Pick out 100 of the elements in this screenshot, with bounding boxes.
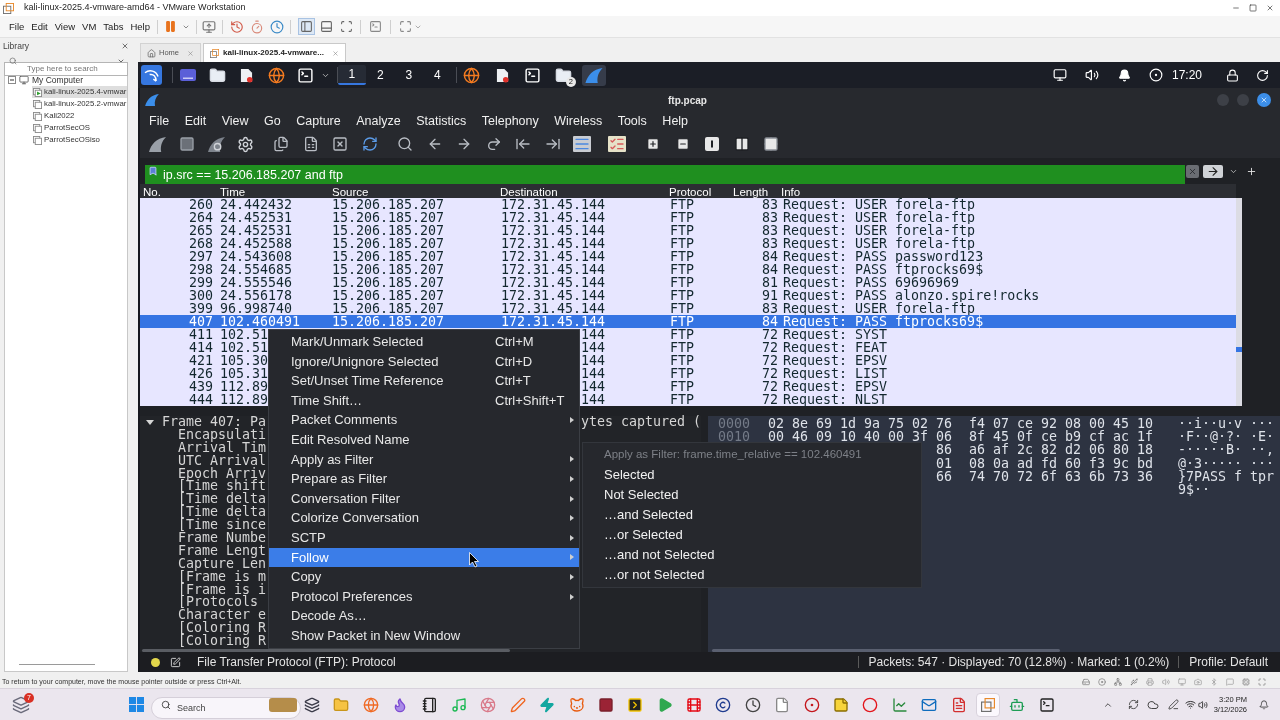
workspace-button[interactable]: 2: [366, 65, 395, 85]
maximize-icon[interactable]: [1249, 4, 1257, 12]
square-icon[interactable]: [597, 696, 614, 713]
menu-item[interactable]: File: [5, 20, 28, 33]
window-icon[interactable]: [179, 69, 196, 81]
bottom-panel-icon[interactable]: [320, 20, 334, 33]
pen-icon[interactable]: [1167, 699, 1179, 710]
clock-text[interactable]: 17:20: [1172, 66, 1202, 84]
robot-icon[interactable]: [1009, 696, 1026, 713]
column-header[interactable]: Protocol: [669, 186, 712, 198]
mail-icon[interactable]: [921, 696, 938, 713]
bookmark-icon[interactable]: [148, 164, 158, 178]
collapse-icon[interactable]: [8, 76, 16, 84]
toggle-button[interactable]: [298, 18, 316, 35]
copyright-icon[interactable]: [715, 696, 732, 713]
workspace-button[interactable]: 4: [423, 65, 452, 85]
menu-item[interactable]: SCTP: [269, 527, 579, 548]
edit-icon[interactable]: [170, 656, 181, 668]
menu-item[interactable]: File: [149, 113, 170, 129]
reload-icon[interactable]: [361, 136, 378, 152]
tree-item[interactable]: UTC Arrival: [178, 454, 267, 468]
tree-item[interactable]: Capture Len: [178, 557, 267, 571]
clock-icon[interactable]: [744, 696, 761, 713]
packet-row[interactable]: 298 24.554685 15.206.185.207 172.31.45.144 FTP 84 Request: PASS ftprocks69$: [140, 263, 1236, 276]
zoom-out-icon[interactable]: [675, 137, 690, 151]
packet-row[interactable]: 399 96.998740 15.206.185.207 172.31.45.144 FTP 83 Request: USER forela-ftp: [140, 302, 1236, 315]
menu-item[interactable]: Telephony: [481, 113, 539, 129]
sticky-note-icon[interactable]: [833, 696, 850, 713]
checklist-icon[interactable]: [608, 136, 627, 152]
film-icon[interactable]: [686, 696, 703, 713]
notebook-icon[interactable]: [421, 696, 438, 713]
menu-item[interactable]: …and Selected: [583, 505, 921, 525]
packet-row[interactable]: 407 102.460491 15.206.185.207 172.31.45.144 FTP 84 Request: PASS ftprocks69$: [140, 315, 1236, 328]
column-header[interactable]: Destination: [500, 186, 558, 198]
menu-item[interactable]: VM: [78, 20, 100, 33]
tree-item[interactable]: Encapsulati: [178, 428, 267, 442]
overlapping-squares-icon[interactable]: [976, 692, 1000, 717]
menu-item[interactable]: …and not Selected: [583, 545, 921, 565]
chart-icon[interactable]: [891, 696, 908, 713]
menu-item[interactable]: Packet Comments: [269, 410, 579, 430]
tree-item[interactable]: Arrival Tim: [178, 441, 267, 455]
spreadsheet-icon[interactable]: [302, 136, 319, 152]
menu-item[interactable]: Follow: [269, 547, 579, 568]
menu-item[interactable]: Prepare as Filter: [269, 469, 579, 489]
lock-icon[interactable]: [1225, 68, 1239, 82]
menu-item[interactable]: View: [221, 113, 249, 129]
search-icon[interactable]: [397, 136, 414, 152]
document-icon[interactable]: [240, 67, 254, 83]
close-icon[interactable]: [1257, 93, 1271, 107]
menu-item[interactable]: Tabs: [99, 20, 127, 33]
grid-icon[interactable]: [763, 136, 780, 152]
layers-icon[interactable]: [304, 696, 320, 713]
tree-item[interactable]: [Protocols: [178, 596, 259, 610]
record-icon[interactable]: [803, 696, 820, 713]
folder-icon[interactable]: [208, 66, 226, 84]
menu-item[interactable]: Copy: [269, 567, 579, 587]
tree-item[interactable]: [Frame is m: [178, 570, 267, 584]
close-icon[interactable]: [1266, 4, 1274, 12]
packet-row[interactable]: 260 24.442432 15.206.185.207 172.31.45.144 FTP 83 Request: USER forela-ftp: [140, 198, 1236, 211]
wifi-icon[interactable]: [1184, 699, 1196, 710]
ring-icon[interactable]: [862, 696, 879, 713]
normal-size-icon[interactable]: [705, 137, 720, 151]
pen-icon[interactable]: [509, 696, 526, 713]
menu-item[interactable]: Colorize Conversation: [269, 508, 579, 528]
terminal-icon[interactable]: [1038, 696, 1055, 713]
terminal-icon[interactable]: [297, 66, 315, 84]
speaker-icon[interactable]: [1085, 68, 1099, 82]
folder-icon[interactable]: [554, 66, 572, 84]
circle-dot-icon[interactable]: [1149, 68, 1163, 82]
gear-icon[interactable]: [237, 135, 254, 153]
tree-item[interactable]: [Coloring R: [178, 635, 267, 649]
columns-icon[interactable]: [733, 136, 750, 152]
tree-item[interactable]: [Coloring R: [178, 622, 267, 636]
tree-item[interactable]: Frame Lengt: [178, 544, 267, 558]
menu-item[interactable]: Help: [662, 113, 689, 129]
menu-item[interactable]: Go: [264, 113, 281, 129]
file-icon[interactable]: [774, 696, 791, 713]
files-icon[interactable]: [273, 136, 290, 152]
history-icon[interactable]: [230, 19, 245, 34]
monitor-icon[interactable]: [1053, 68, 1067, 82]
collapse-arrow-icon[interactable]: [146, 419, 154, 425]
packet-row[interactable]: 265 24.452531 15.206.185.207 172.31.45.144 FTP 83 Request: USER forela-ftp: [140, 224, 1236, 237]
column-header[interactable]: Info: [781, 186, 801, 198]
menu-item[interactable]: Edit: [27, 20, 52, 33]
arrow-to-start-icon[interactable]: [515, 136, 532, 152]
menu-item[interactable]: Not Selected: [583, 485, 921, 505]
list-icon[interactable]: [573, 136, 592, 152]
curved-arrow-icon[interactable]: [485, 136, 502, 152]
app-menu-button[interactable]: [141, 65, 162, 85]
status-text[interactable]: Profile: Default: [1189, 653, 1268, 671]
menu-item[interactable]: Protocol Preferences: [269, 586, 579, 607]
cat-icon[interactable]: [568, 696, 585, 713]
network-icon[interactable]: [1114, 678, 1122, 686]
tree-item[interactable]: My Computer: [32, 73, 83, 87]
menu-item[interactable]: Edit Resolved Name: [269, 429, 579, 450]
packet-row[interactable]: 268 24.452588 15.206.185.207 172.31.45.144 FTP 83 Request: USER forela-ftp: [140, 237, 1236, 250]
menu-item[interactable]: …or not Selected: [583, 565, 921, 585]
start-icon[interactable]: [129, 697, 144, 712]
pause-icon[interactable]: [164, 20, 178, 33]
packet-row[interactable]: 297 24.543608 15.206.185.207 172.31.45.144 FTP 84 Request: PASS password123: [140, 250, 1236, 263]
